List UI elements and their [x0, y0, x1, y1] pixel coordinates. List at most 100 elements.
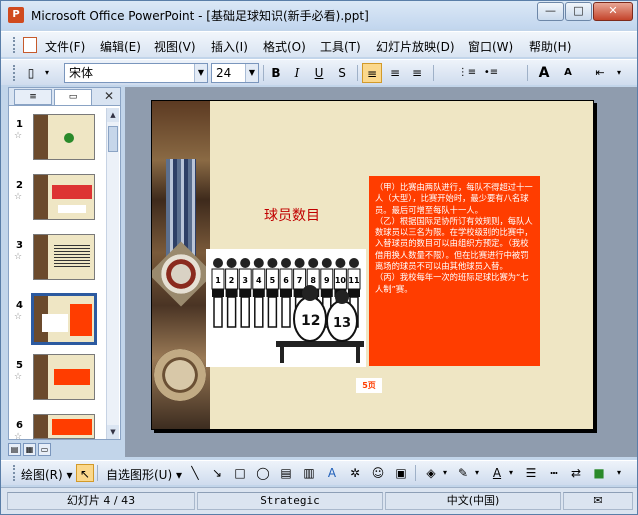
- view-buttons: ▤ ▦ ▭: [8, 443, 68, 457]
- menu-slideshow[interactable]: 幻灯片放映(D): [376, 38, 455, 55]
- align-left-button[interactable]: ≡: [362, 63, 382, 83]
- slide-thumbnail-5[interactable]: [33, 354, 95, 400]
- wordart-icon[interactable]: A: [323, 464, 341, 482]
- menu-insert[interactable]: 插入(I): [211, 38, 248, 55]
- chevron-down-icon[interactable]: ▼: [245, 64, 258, 82]
- player-number-5: 5: [270, 276, 276, 285]
- menu-edit[interactable]: 编辑(E): [100, 38, 141, 55]
- decrease-indent-icon[interactable]: ⇤: [590, 63, 610, 83]
- slide-thumbnail-4[interactable]: [31, 293, 97, 345]
- italic-button[interactable]: I: [287, 63, 307, 83]
- powerpoint-window: P Microsoft Office PowerPoint - [基础足球知识(…: [0, 0, 638, 515]
- toolbar-grip[interactable]: [13, 65, 16, 81]
- scrollbar-thumb[interactable]: [108, 126, 118, 152]
- scroll-down-icon[interactable]: ▼: [107, 425, 119, 439]
- chevron-down-icon[interactable]: ▾: [506, 464, 516, 482]
- slideshow-icon[interactable]: ▭: [38, 443, 51, 456]
- vertical-textbox-icon[interactable]: ▥: [300, 464, 318, 482]
- font-size-select[interactable]: 24 ▼: [211, 63, 259, 83]
- title-bar[interactable]: P Microsoft Office PowerPoint - [基础足球知识(…: [1, 1, 637, 29]
- toolbar-options-icon[interactable]: ▾: [613, 464, 625, 482]
- close-icon[interactable]: ✕: [104, 89, 114, 103]
- chevron-down-icon[interactable]: ▾: [440, 464, 450, 482]
- page-number-label[interactable]: 5页: [356, 378, 382, 393]
- textbox-icon[interactable]: ▤: [277, 464, 295, 482]
- slide-number: 4: [16, 300, 23, 311]
- align-center-button[interactable]: ≡: [385, 63, 405, 83]
- document-icon[interactable]: [23, 37, 37, 53]
- powerpoint-icon[interactable]: P: [8, 7, 24, 23]
- status-bar: 幻灯片 4 / 43 Strategic 中文(中国) ✉: [1, 487, 637, 514]
- normal-view-icon[interactable]: ▤: [8, 443, 21, 456]
- slide-thumbnail-1[interactable]: [33, 114, 95, 160]
- underline-button[interactable]: U: [309, 63, 329, 83]
- team-photo-drawing: 1 2 3 4 5 6 7 8 9 10 11 12 13: [206, 249, 366, 367]
- minimize-button[interactable]: —: [537, 2, 564, 21]
- menu-help[interactable]: 帮助(H): [529, 38, 571, 55]
- slide-number: 6: [16, 420, 23, 431]
- arrow-icon[interactable]: ↘: [208, 464, 226, 482]
- transition-star-icon: ☆: [14, 192, 23, 202]
- menu-file[interactable]: 文件(F): [45, 38, 85, 55]
- tab-slides[interactable]: ▭: [54, 89, 92, 105]
- toolbar-separator: [97, 465, 98, 481]
- toolbar-grip[interactable]: [13, 37, 16, 53]
- diagram-icon[interactable]: ✲: [346, 464, 364, 482]
- slide-canvas[interactable]: 1 2 3 4 5 6 7 8 9 10 11 12 13 球员数目 （甲）比赛由两队进行，每队不得…: [151, 100, 594, 430]
- tab-outline[interactable]: ≡: [14, 89, 52, 105]
- font-size-value: 24: [216, 66, 232, 80]
- clipart-icon[interactable]: ☺: [369, 464, 387, 482]
- slide-thumbnail-3[interactable]: [33, 234, 95, 280]
- shrink-font-button[interactable]: A: [558, 63, 578, 83]
- slide-title[interactable]: 球员数目: [264, 205, 320, 225]
- maximize-button[interactable]: □: [565, 2, 592, 21]
- chevron-down-icon[interactable]: ▾: [472, 464, 482, 482]
- select-pointer-icon[interactable]: ↖: [76, 464, 94, 482]
- shadow-style-icon[interactable]: ■: [590, 464, 608, 482]
- rules-textbox[interactable]: （甲）比赛由两队进行，每队不得超过十一人（大型），比赛开始时，最少要有八名球员。…: [369, 176, 540, 366]
- close-button[interactable]: ✕: [593, 2, 633, 21]
- arrow-style-icon[interactable]: ⇄: [567, 464, 585, 482]
- line-style-icon[interactable]: ☰: [522, 464, 540, 482]
- slide-thumbnail-2[interactable]: [33, 174, 95, 220]
- menu-bar: 文件(F) 编辑(E) 视图(V) 插入(I) 格式(O) 工具(T) 幻灯片放…: [1, 31, 637, 57]
- team-photo-image[interactable]: 1 2 3 4 5 6 7 8 9 10 11 12 13: [206, 249, 366, 367]
- bold-button[interactable]: B: [266, 63, 286, 83]
- font-color-icon[interactable]: A: [488, 464, 506, 482]
- numbering-button[interactable]: ⋮≡: [457, 63, 477, 83]
- line-color-icon[interactable]: ✎: [454, 464, 472, 482]
- insert-picture-icon[interactable]: ▣: [392, 464, 410, 482]
- toolbar-separator: [433, 65, 434, 81]
- toolbar-options-icon[interactable]: ▾: [613, 63, 625, 83]
- window-title: Microsoft Office PowerPoint - [基础足球知识(新手…: [31, 9, 369, 23]
- thumbnail-scrollbar[interactable]: ▲ ▼: [106, 108, 119, 439]
- spelling-check-icon[interactable]: ✉: [563, 492, 633, 510]
- align-right-button[interactable]: ≡: [407, 63, 427, 83]
- toolbar-options-icon[interactable]: ▾: [41, 63, 53, 83]
- toolbar-grip[interactable]: [13, 465, 16, 481]
- bullets-button[interactable]: •≡: [481, 63, 501, 83]
- autoshapes-menu[interactable]: 自选图形(U) ▾: [106, 466, 182, 483]
- fill-color-icon[interactable]: ◈: [422, 464, 440, 482]
- menu-format[interactable]: 格式(O): [263, 38, 306, 55]
- pane-tabs: ≡ ▭ ✕: [9, 88, 120, 106]
- transition-star-icon: ☆: [14, 312, 23, 322]
- slide-editing-area[interactable]: 1 2 3 4 5 6 7 8 9 10 11 12 13 球员数目 （甲）比赛由两队进行，每队不得…: [125, 87, 637, 457]
- menu-tools[interactable]: 工具(T): [320, 38, 361, 55]
- menu-window[interactable]: 窗口(W): [468, 38, 513, 55]
- slide-thumbnail-6[interactable]: [33, 414, 95, 439]
- shadow-button[interactable]: S: [332, 63, 352, 83]
- font-name-select[interactable]: 宋体 ▼: [64, 63, 208, 83]
- rectangle-icon[interactable]: □: [231, 464, 249, 482]
- new-document-icon[interactable]: ▯: [21, 63, 41, 83]
- oval-icon[interactable]: ◯: [254, 464, 272, 482]
- line-icon[interactable]: ╲: [186, 464, 204, 482]
- scroll-up-icon[interactable]: ▲: [107, 108, 119, 122]
- menu-view[interactable]: 视图(V): [154, 38, 196, 55]
- dash-style-icon[interactable]: ┅: [545, 464, 563, 482]
- formatting-toolbar: ▯ ▾ 宋体 ▼ 24 ▼ B I U S ≡ ≡ ≡ ⋮≡ •≡ A A ⇤ …: [1, 59, 637, 85]
- slide-sorter-icon[interactable]: ▦: [23, 443, 36, 456]
- draw-menu[interactable]: 绘图(R) ▾: [21, 466, 73, 483]
- grow-font-button[interactable]: A: [534, 63, 554, 83]
- chevron-down-icon[interactable]: ▼: [194, 64, 207, 82]
